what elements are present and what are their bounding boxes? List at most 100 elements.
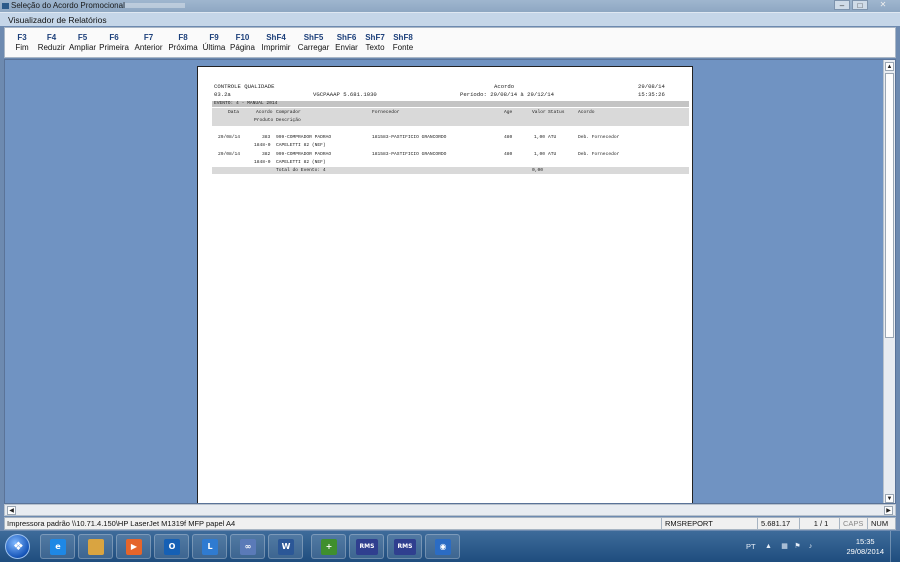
row2-descricao: CAPELETTI 82 (NEF) [276, 160, 326, 165]
network-icon[interactable]: ▦ [780, 543, 789, 551]
total-label: Total do Evento: 4 [276, 168, 326, 173]
toolbar-button-imprimir[interactable]: ShF4 Imprimir [257, 28, 295, 57]
row1-valor: 1,00 [534, 135, 546, 140]
minimize-button[interactable]: – [834, 0, 850, 10]
section-band [212, 101, 689, 107]
scroll-down-button[interactable]: ▼ [885, 494, 894, 503]
taskbar-app-rms-icon-1[interactable]: RMS [349, 534, 384, 559]
horizontal-scrollbar[interactable]: ◀ ▶ [4, 504, 896, 516]
status-page: 1 / 1 [799, 518, 839, 530]
rms-icon-1: RMS [356, 539, 378, 555]
toolbar: F3 Fim F4 Reduzir F5 Ampliar F6 Primeira F7 Anter… [4, 27, 896, 58]
toolbar-button-primeira[interactable]: F6 Primeira [97, 28, 131, 57]
scroll-thumb[interactable] [885, 73, 894, 338]
row1-data: 29/08/14 [218, 135, 241, 140]
taskbar-app-internet-explorer[interactable]: e [40, 534, 75, 559]
toolbar-button-carregar[interactable]: ShF5 Carregar [295, 28, 332, 57]
taskbar-app-add-app[interactable]: + [311, 534, 346, 559]
toolbar-button-reduzir[interactable]: F4 Reduzir [35, 28, 68, 57]
col-status: Status [548, 110, 565, 115]
row2-age: 480 [504, 152, 513, 157]
app-icon [2, 3, 9, 9]
row2-tipo: Deb. Fornecedor [578, 152, 620, 157]
toolbar-button-pr-xima[interactable]: F8 Próxima [166, 28, 200, 57]
toolbar-key-label: F7 [143, 33, 154, 42]
tray-expand-icon[interactable]: ▲ [764, 543, 773, 551]
row1-fornecedor: 181583-PASTIFICIO GRANCORDO [372, 135, 447, 140]
col-acordo: Acordo [256, 110, 273, 115]
status-version: 5.681.17 [757, 518, 799, 530]
row1-status: ATU [548, 135, 557, 140]
report-period: Período: 29/08/14 à 29/12/14 [460, 91, 554, 98]
report-title: CONTROLE QUALIDADE [214, 83, 275, 90]
toolbar-action-label: Carregar [297, 43, 330, 52]
col-fornecedor: Fornecedor [372, 110, 400, 115]
clock-date: 29/08/2014 [846, 547, 884, 556]
toolbar-button--ltima[interactable]: F9 Última [200, 28, 228, 57]
close-button[interactable]: ✕ [870, 0, 896, 10]
vertical-scrollbar[interactable]: ▲ ▼ [883, 60, 895, 503]
report-name: Acordo [494, 83, 515, 90]
report-program: VGCPAAAP 5.681.1030 [313, 91, 377, 98]
taskbar-app-outlook[interactable]: O [154, 534, 189, 559]
section-label: EVENTO: 4 - MANUAL 2014 [214, 101, 278, 106]
row1-descricao: CAPELETTI 82 (NEF) [276, 143, 326, 148]
windows-logo-icon: ❖ [13, 539, 24, 553]
toolbar-action-label: Próxima [168, 43, 198, 52]
scroll-up-button[interactable]: ▲ [885, 62, 894, 71]
toolbar-button-fonte[interactable]: ShF8 Fonte [389, 28, 417, 57]
outer-title-bar: Seleção do Acordo Promocional – □ ✕ [0, 0, 900, 12]
col-acordo2: Acordo [578, 110, 595, 115]
maximize-button[interactable]: □ [852, 0, 868, 10]
toolbar-button-texto[interactable]: ShF7 Texto [361, 28, 389, 57]
toolbar-button-fim[interactable]: F3 Fim [9, 28, 35, 57]
toolbar-action-label: Primeira [99, 43, 129, 52]
taskbar-app-file-explorer[interactable] [78, 534, 113, 559]
taskbar-app-media-player[interactable]: ▶ [116, 534, 151, 559]
taskbar: ❖ e ▶ O L ∞ W + RMS RMS ◉ PT ▲ ▦ ⚑ ♪ 15:35 29/08/… [0, 531, 900, 562]
scroll-right-button[interactable]: ▶ [884, 506, 893, 515]
title-bar-tab [125, 3, 185, 8]
taskbar-app-link[interactable]: ∞ [230, 534, 265, 559]
taskbar-app-rms-icon-2[interactable]: RMS [387, 534, 422, 559]
show-desktop-button[interactable] [890, 531, 900, 562]
report-viewer[interactable]: CONTROLE QUALIDADE 03.2a VGCPAAAP 5.681.… [4, 59, 896, 504]
scroll-left-button[interactable]: ◀ [7, 506, 16, 515]
start-button[interactable]: ❖ [5, 534, 30, 559]
inner-title-bar: Visualizador de Relatórios [0, 12, 900, 26]
word-icon: W [278, 539, 294, 555]
rms-icon-2: RMS [394, 539, 416, 555]
window-controls: – □ ✕ [834, 0, 896, 11]
flag-icon[interactable]: ⚑ [793, 543, 802, 551]
clock[interactable]: 15:35 29/08/2014 [846, 537, 884, 557]
row2-acordo: 382 [262, 152, 271, 157]
toolbar-action-label: Página [230, 43, 255, 52]
taskbar-app-lync[interactable]: L [192, 534, 227, 559]
taskbar-app-app-globe[interactable]: ◉ [425, 534, 460, 559]
toolbar-button-anterior[interactable]: F7 Anterior [131, 28, 166, 57]
toolbar-key-label: ShF4 [266, 33, 286, 42]
row1-acordo: 383 [262, 135, 271, 140]
report-page: CONTROLE QUALIDADE 03.2a VGCPAAAP 5.681.… [197, 66, 693, 503]
row2-status: ATU [548, 152, 557, 157]
report-code: 03.2a [214, 91, 231, 98]
toolbar-key-label: F3 [17, 33, 27, 42]
volume-icon[interactable]: ♪ [806, 543, 815, 551]
toolbar-button-p-gina[interactable]: F10 Página [228, 28, 257, 57]
file-explorer-icon [88, 539, 104, 555]
taskbar-app-word[interactable]: W [268, 534, 303, 559]
toolbar-action-label: Fonte [392, 43, 414, 52]
col-comprador: Comprador [276, 110, 301, 115]
toolbar-key-label: F10 [235, 33, 250, 42]
language-indicator[interactable]: PT [746, 542, 756, 551]
internet-explorer-icon: e [50, 539, 66, 555]
status-bar: Impressora padrão \\10.71.4.150\HP Laser… [4, 517, 896, 530]
toolbar-key-label: F5 [77, 33, 88, 42]
toolbar-action-label: Imprimir [261, 43, 291, 52]
inner-window-title: Visualizador de Relatórios [8, 15, 107, 25]
row2-valor: 1,00 [534, 152, 546, 157]
toolbar-button-ampliar[interactable]: F5 Ampliar [68, 28, 97, 57]
toolbar-key-label: F8 [178, 33, 188, 42]
toolbar-button-enviar[interactable]: ShF6 Enviar [332, 28, 361, 57]
toolbar-key-label: F4 [46, 33, 57, 42]
